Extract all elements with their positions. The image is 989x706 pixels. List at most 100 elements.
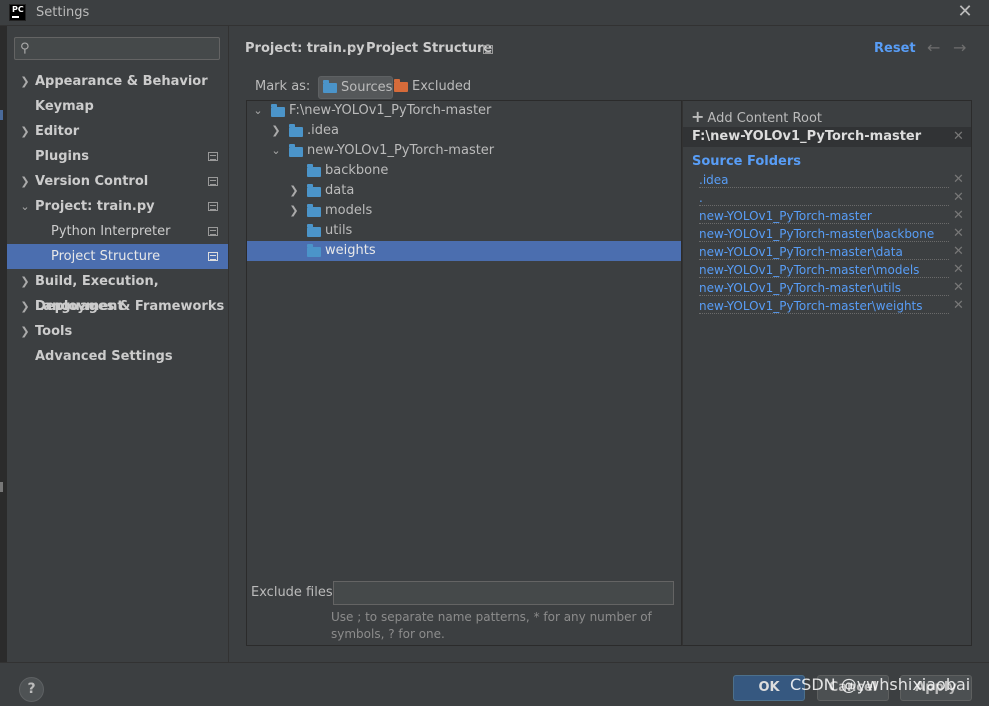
add-content-root-button[interactable]: + Add Content Root <box>691 107 822 126</box>
help-button[interactable]: ? <box>19 677 44 702</box>
content-root-path: F:\new-YOLOv1_PyTorch-master <box>692 129 922 144</box>
tree-node-weights[interactable]: weights <box>247 241 681 261</box>
tree-node-utils[interactable]: utils <box>247 221 681 241</box>
remove-source-icon[interactable]: ✕ <box>953 298 964 314</box>
sidebar-item-version-control[interactable]: ❯ Version Control <box>7 169 228 194</box>
source-folder-row[interactable]: . ✕ <box>683 190 971 208</box>
back-arrow-icon[interactable]: ← <box>927 38 940 57</box>
settings-sidebar: ⚲ ❯ Appearance & Behavior Keymap ❯ Edito… <box>7 26 229 662</box>
sidebar-item-languages[interactable]: ❯ Languages & Frameworks <box>7 294 228 319</box>
source-folder-path[interactable]: new-YOLOv1_PyTorch-master <box>699 208 872 224</box>
reset-link[interactable]: Reset <box>874 41 916 56</box>
chevron-down-icon: ⌄ <box>20 200 30 213</box>
tree-node-root[interactable]: ⌄ F:\new-YOLOv1_PyTorch-master <box>247 101 681 121</box>
sidebar-item-keymap[interactable]: Keymap <box>7 94 228 119</box>
remove-source-icon[interactable]: ✕ <box>953 280 964 296</box>
sidebar-item-label: Languages & Frameworks <box>35 299 225 314</box>
sidebar-item-label: Version Control <box>35 174 149 189</box>
tree-node-project[interactable]: ⌄ new-YOLOv1_PyTorch-master <box>247 141 681 161</box>
folder-tree: ⌄ F:\new-YOLOv1_PyTorch-master ❯ .idea ⌄… <box>246 100 682 646</box>
source-folder-row[interactable]: new-YOLOv1_PyTorch-master\models ✕ <box>683 262 971 280</box>
source-folder-row[interactable]: new-YOLOv1_PyTorch-master ✕ <box>683 208 971 226</box>
chevron-down-icon[interactable]: ⌄ <box>252 101 264 121</box>
excluded-folder-icon <box>394 79 408 92</box>
sources-folder-icon <box>323 80 337 93</box>
chevron-right-icon: ❯ <box>20 275 30 288</box>
settings-search[interactable]: ⚲ <box>14 37 220 60</box>
source-folder-row[interactable]: .idea ✕ <box>683 172 971 190</box>
exclude-files-input[interactable] <box>333 581 674 605</box>
source-folder-path[interactable]: .idea <box>699 172 729 188</box>
project-level-icon <box>483 45 493 54</box>
source-folders-title: Source Folders <box>692 154 802 169</box>
tree-node-data[interactable]: ❯ data <box>247 181 681 201</box>
remove-source-icon[interactable]: ✕ <box>953 172 964 188</box>
source-folder-path[interactable]: new-YOLOv1_PyTorch-master\weights <box>699 298 923 314</box>
sidebar-item-label: Project: train.py <box>35 199 155 214</box>
sidebar-item-label: Python Interpreter <box>51 224 171 239</box>
folder-icon <box>289 124 303 137</box>
page-title: Project Structure <box>366 41 493 56</box>
chevron-right-icon[interactable]: ❯ <box>288 181 300 201</box>
sidebar-item-label: Advanced Settings <box>35 349 173 364</box>
exclude-files-hint: Use ; to separate name patterns, * for a… <box>331 610 652 641</box>
project-level-icon <box>208 152 218 161</box>
folder-icon <box>307 164 321 177</box>
sidebar-item-label: Tools <box>35 324 73 339</box>
chevron-down-icon[interactable]: ⌄ <box>270 141 282 161</box>
breadcrumb-separator: › <box>351 41 356 55</box>
folder-icon <box>307 184 321 197</box>
tree-node-idea[interactable]: ❯ .idea <box>247 121 681 141</box>
sidebar-item-advanced-settings[interactable]: Advanced Settings <box>7 344 228 369</box>
forward-arrow-icon[interactable]: → <box>953 38 966 57</box>
source-folder-row[interactable]: new-YOLOv1_PyTorch-master\utils ✕ <box>683 280 971 298</box>
sidebar-item-project[interactable]: ⌄ Project: train.py <box>7 194 228 219</box>
sidebar-item-project-structure[interactable]: Project Structure <box>7 244 228 269</box>
sidebar-item-tools[interactable]: ❯ Tools <box>7 319 228 344</box>
source-folder-row[interactable]: new-YOLOv1_PyTorch-master\weights ✕ <box>683 298 971 316</box>
sidebar-item-appearance[interactable]: ❯ Appearance & Behavior <box>7 69 228 94</box>
source-folder-path[interactable]: . <box>699 190 703 206</box>
remove-root-icon[interactable]: ✕ <box>953 129 964 144</box>
remove-source-icon[interactable]: ✕ <box>953 208 964 224</box>
remove-source-icon[interactable]: ✕ <box>953 244 964 260</box>
source-folder-path[interactable]: new-YOLOv1_PyTorch-master\models <box>699 262 919 278</box>
source-folder-path[interactable]: new-YOLOv1_PyTorch-master\utils <box>699 280 901 296</box>
source-folder-row[interactable]: new-YOLOv1_PyTorch-master\backbone ✕ <box>683 226 971 244</box>
watermark: CSDN @ywhshixiaobai <box>790 675 971 694</box>
mark-as-label: Mark as: <box>255 79 311 94</box>
content-roots-panel: + Add Content Root F:\new-YOLOv1_PyTorch-… <box>682 100 972 646</box>
breadcrumb-project[interactable]: Project: train.py <box>245 41 365 56</box>
remove-source-icon[interactable]: ✕ <box>953 226 964 242</box>
mark-sources-button[interactable]: Sources <box>318 76 394 99</box>
mark-excluded-button[interactable]: Excluded <box>390 76 471 99</box>
search-input[interactable] <box>35 40 215 57</box>
project-level-icon <box>208 252 218 261</box>
exclude-files-label: Exclude files: <box>251 585 338 600</box>
search-icon: ⚲ <box>20 41 30 56</box>
background-window-edge <box>0 26 7 662</box>
close-icon[interactable]: ✕ <box>956 2 974 22</box>
sidebar-item-editor[interactable]: ❯ Editor <box>7 119 228 144</box>
pycharm-logo-icon: PC <box>9 4 26 21</box>
sidebar-item-plugins[interactable]: Plugins <box>7 144 228 169</box>
chevron-right-icon[interactable]: ❯ <box>270 121 282 141</box>
folder-icon <box>271 104 285 117</box>
tree-node-backbone[interactable]: backbone <box>247 161 681 181</box>
chevron-right-icon: ❯ <box>20 300 30 313</box>
remove-source-icon[interactable]: ✕ <box>953 190 964 206</box>
source-folder-path[interactable]: new-YOLOv1_PyTorch-master\data <box>699 244 903 260</box>
sidebar-item-python-interpreter[interactable]: Python Interpreter <box>7 219 228 244</box>
chevron-right-icon[interactable]: ❯ <box>288 201 300 221</box>
remove-source-icon[interactable]: ✕ <box>953 262 964 278</box>
source-folder-path[interactable]: new-YOLOv1_PyTorch-master\backbone <box>699 226 934 242</box>
chevron-right-icon: ❯ <box>20 75 30 88</box>
sidebar-item-build[interactable]: ❯ Build, Execution, Deployment <box>7 269 228 314</box>
tree-node-models[interactable]: ❯ models <box>247 201 681 221</box>
sidebar-item-label: Keymap <box>35 99 94 114</box>
folder-icon <box>307 224 321 237</box>
project-structure-panel: Project: train.py › Project Structure Re… <box>230 26 989 662</box>
source-folder-row[interactable]: new-YOLOv1_PyTorch-master\data ✕ <box>683 244 971 262</box>
folder-icon <box>307 204 321 217</box>
project-level-icon <box>208 202 218 211</box>
